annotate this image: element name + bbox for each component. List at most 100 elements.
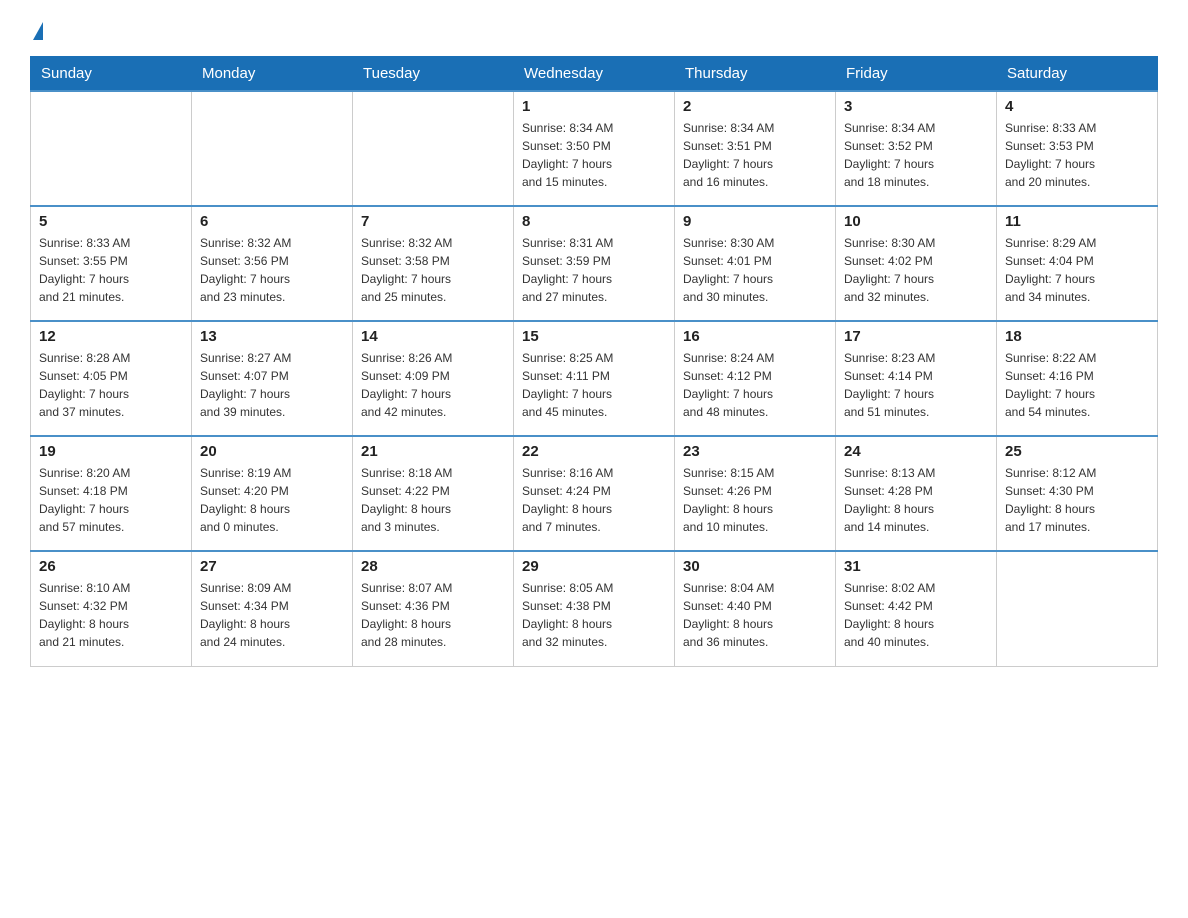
week-row-5: 26 Sunrise: 8:10 AM Sunset: 4:32 PM Dayli… — [31, 551, 1158, 666]
day-info: Sunrise: 8:33 AM Sunset: 3:53 PM Dayligh… — [1005, 119, 1149, 191]
day-info: Sunrise: 8:12 AM Sunset: 4:30 PM Dayligh… — [1005, 464, 1149, 536]
day-cell: 4 Sunrise: 8:33 AM Sunset: 3:53 PM Daylig… — [997, 91, 1158, 206]
day-info: Sunrise: 8:22 AM Sunset: 4:16 PM Dayligh… — [1005, 349, 1149, 421]
logo — [30, 20, 43, 38]
day-info: Sunrise: 8:04 AM Sunset: 4:40 PM Dayligh… — [683, 579, 827, 651]
weekday-header-friday: Friday — [836, 57, 997, 92]
day-info: Sunrise: 8:26 AM Sunset: 4:09 PM Dayligh… — [361, 349, 505, 421]
day-number: 18 — [1005, 328, 1149, 345]
day-number: 16 — [683, 328, 827, 345]
day-number: 4 — [1005, 98, 1149, 115]
week-row-2: 5 Sunrise: 8:33 AM Sunset: 3:55 PM Daylig… — [31, 206, 1158, 321]
weekday-header-saturday: Saturday — [997, 57, 1158, 92]
day-number: 26 — [39, 558, 183, 575]
weekday-header-monday: Monday — [192, 57, 353, 92]
day-cell: 20Sunrise: 8:19 AM Sunset: 4:20 PM Dayli… — [192, 436, 353, 551]
day-cell: 1 Sunrise: 8:34 AM Sunset: 3:50 PM Daylig… — [514, 91, 675, 206]
day-cell: 13 Sunrise: 8:27 AM Sunset: 4:07 PM Dayli… — [192, 321, 353, 436]
day-cell: 23 Sunrise: 8:15 AM Sunset: 4:26 PM Dayli… — [675, 436, 836, 551]
day-number: 20 — [200, 443, 344, 460]
day-info: Sunrise: 8:31 AM Sunset: 3:59 PM Dayligh… — [522, 234, 666, 306]
day-cell: 30Sunrise: 8:04 AM Sunset: 4:40 PM Dayli… — [675, 551, 836, 666]
day-info: Sunrise: 8:30 AM Sunset: 4:01 PM Dayligh… — [683, 234, 827, 306]
day-cell: 5 Sunrise: 8:33 AM Sunset: 3:55 PM Daylig… — [31, 206, 192, 321]
day-info: Sunrise: 8:25 AM Sunset: 4:11 PM Dayligh… — [522, 349, 666, 421]
day-cell: 16Sunrise: 8:24 AM Sunset: 4:12 PM Dayli… — [675, 321, 836, 436]
day-cell — [997, 551, 1158, 666]
weekday-header-sunday: Sunday — [31, 57, 192, 92]
day-cell: 28Sunrise: 8:07 AM Sunset: 4:36 PM Dayli… — [353, 551, 514, 666]
day-info: Sunrise: 8:20 AM Sunset: 4:18 PM Dayligh… — [39, 464, 183, 536]
day-number: 27 — [200, 558, 344, 575]
day-cell: 31Sunrise: 8:02 AM Sunset: 4:42 PM Dayli… — [836, 551, 997, 666]
day-cell: 7 Sunrise: 8:32 AM Sunset: 3:58 PM Daylig… — [353, 206, 514, 321]
day-info: Sunrise: 8:15 AM Sunset: 4:26 PM Dayligh… — [683, 464, 827, 536]
day-cell: 9 Sunrise: 8:30 AM Sunset: 4:01 PM Daylig… — [675, 206, 836, 321]
day-info: Sunrise: 8:30 AM Sunset: 4:02 PM Dayligh… — [844, 234, 988, 306]
day-number: 19 — [39, 443, 183, 460]
day-cell: 17 Sunrise: 8:23 AM Sunset: 4:14 PM Dayli… — [836, 321, 997, 436]
day-cell: 18 Sunrise: 8:22 AM Sunset: 4:16 PM Dayli… — [997, 321, 1158, 436]
page-header — [30, 20, 1158, 38]
day-number: 9 — [683, 213, 827, 230]
day-number: 25 — [1005, 443, 1149, 460]
day-info: Sunrise: 8:32 AM Sunset: 3:58 PM Dayligh… — [361, 234, 505, 306]
day-cell: 15 Sunrise: 8:25 AM Sunset: 4:11 PM Dayli… — [514, 321, 675, 436]
day-cell: 26 Sunrise: 8:10 AM Sunset: 4:32 PM Dayli… — [31, 551, 192, 666]
day-cell: 27 Sunrise: 8:09 AM Sunset: 4:34 PM Dayli… — [192, 551, 353, 666]
day-info: Sunrise: 8:33 AM Sunset: 3:55 PM Dayligh… — [39, 234, 183, 306]
day-number: 24 — [844, 443, 988, 460]
logo-triangle-icon — [33, 22, 43, 40]
day-cell: 3 Sunrise: 8:34 AM Sunset: 3:52 PM Daylig… — [836, 91, 997, 206]
day-number: 23 — [683, 443, 827, 460]
day-cell: 25 Sunrise: 8:12 AM Sunset: 4:30 PM Dayli… — [997, 436, 1158, 551]
day-info: Sunrise: 8:02 AM Sunset: 4:42 PM Dayligh… — [844, 579, 988, 651]
day-info: Sunrise: 8:32 AM Sunset: 3:56 PM Dayligh… — [200, 234, 344, 306]
day-number: 5 — [39, 213, 183, 230]
day-number: 2 — [683, 98, 827, 115]
day-cell — [353, 91, 514, 206]
day-info: Sunrise: 8:34 AM Sunset: 3:52 PM Dayligh… — [844, 119, 988, 191]
day-number: 15 — [522, 328, 666, 345]
day-cell: 10Sunrise: 8:30 AM Sunset: 4:02 PM Dayli… — [836, 206, 997, 321]
day-number: 13 — [200, 328, 344, 345]
day-info: Sunrise: 8:07 AM Sunset: 4:36 PM Dayligh… — [361, 579, 505, 651]
weekday-header-thursday: Thursday — [675, 57, 836, 92]
day-number: 6 — [200, 213, 344, 230]
day-number: 14 — [361, 328, 505, 345]
weekday-header-wednesday: Wednesday — [514, 57, 675, 92]
day-number: 22 — [522, 443, 666, 460]
day-cell: 19 Sunrise: 8:20 AM Sunset: 4:18 PM Dayli… — [31, 436, 192, 551]
day-cell: 6 Sunrise: 8:32 AM Sunset: 3:56 PM Daylig… — [192, 206, 353, 321]
day-cell: 12Sunrise: 8:28 AM Sunset: 4:05 PM Dayli… — [31, 321, 192, 436]
day-cell — [192, 91, 353, 206]
day-info: Sunrise: 8:23 AM Sunset: 4:14 PM Dayligh… — [844, 349, 988, 421]
day-cell: 29Sunrise: 8:05 AM Sunset: 4:38 PM Dayli… — [514, 551, 675, 666]
day-cell: 8 Sunrise: 8:31 AM Sunset: 3:59 PM Daylig… — [514, 206, 675, 321]
day-info: Sunrise: 8:13 AM Sunset: 4:28 PM Dayligh… — [844, 464, 988, 536]
day-number: 8 — [522, 213, 666, 230]
day-number: 11 — [1005, 213, 1149, 230]
day-cell: 2 Sunrise: 8:34 AM Sunset: 3:51 PM Daylig… — [675, 91, 836, 206]
week-row-1: 1 Sunrise: 8:34 AM Sunset: 3:50 PM Daylig… — [31, 91, 1158, 206]
day-cell: 21 Sunrise: 8:18 AM Sunset: 4:22 PM Dayli… — [353, 436, 514, 551]
day-info: Sunrise: 8:27 AM Sunset: 4:07 PM Dayligh… — [200, 349, 344, 421]
day-cell: 22 Sunrise: 8:16 AM Sunset: 4:24 PM Dayli… — [514, 436, 675, 551]
day-number: 1 — [522, 98, 666, 115]
day-info: Sunrise: 8:34 AM Sunset: 3:51 PM Dayligh… — [683, 119, 827, 191]
day-number: 7 — [361, 213, 505, 230]
day-info: Sunrise: 8:28 AM Sunset: 4:05 PM Dayligh… — [39, 349, 183, 421]
day-number: 17 — [844, 328, 988, 345]
calendar-table: SundayMondayTuesdayWednesdayThursdayFrid… — [30, 56, 1158, 667]
weekday-header-tuesday: Tuesday — [353, 57, 514, 92]
day-info: Sunrise: 8:34 AM Sunset: 3:50 PM Dayligh… — [522, 119, 666, 191]
day-info: Sunrise: 8:18 AM Sunset: 4:22 PM Dayligh… — [361, 464, 505, 536]
week-row-3: 12Sunrise: 8:28 AM Sunset: 4:05 PM Dayli… — [31, 321, 1158, 436]
day-cell: 11Sunrise: 8:29 AM Sunset: 4:04 PM Dayli… — [997, 206, 1158, 321]
day-info: Sunrise: 8:10 AM Sunset: 4:32 PM Dayligh… — [39, 579, 183, 651]
day-number: 3 — [844, 98, 988, 115]
day-number: 29 — [522, 558, 666, 575]
day-info: Sunrise: 8:16 AM Sunset: 4:24 PM Dayligh… — [522, 464, 666, 536]
day-info: Sunrise: 8:09 AM Sunset: 4:34 PM Dayligh… — [200, 579, 344, 651]
day-number: 21 — [361, 443, 505, 460]
